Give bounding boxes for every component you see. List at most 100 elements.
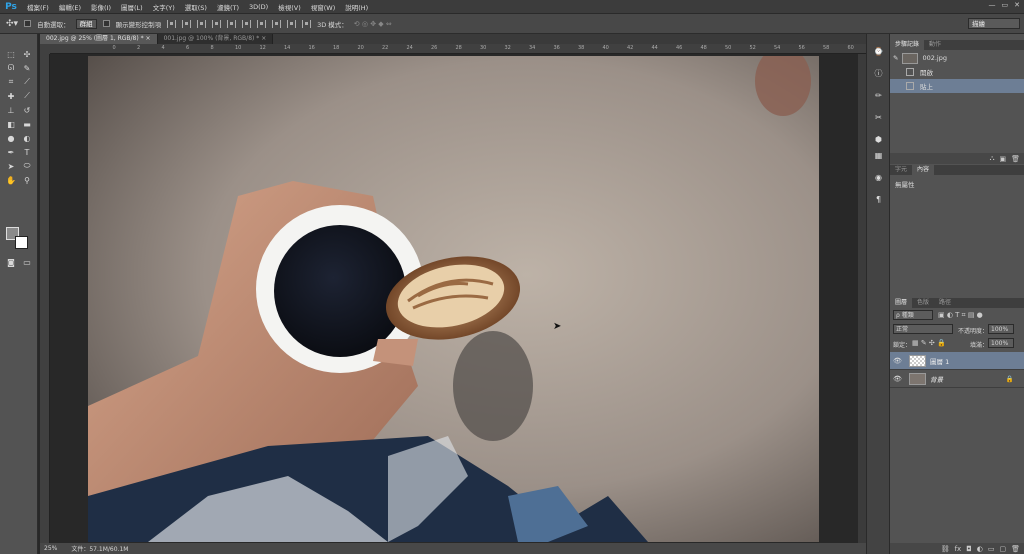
menu-3d[interactable]: 3D(D) — [244, 3, 273, 11]
new-layer-icon[interactable]: ▢ — [999, 545, 1006, 553]
eyedropper-icon[interactable]: ⟋ — [20, 76, 34, 88]
close-button[interactable]: ✕ — [1014, 1, 1020, 9]
marquee-tool-icon[interactable]: ⬚ — [4, 48, 18, 60]
tab-001[interactable]: 001.jpg @ 100% (背景, RGB/8) * × — [157, 34, 274, 44]
align-left-icon[interactable] — [212, 19, 222, 28]
auto-select-checkbox[interactable] — [24, 20, 32, 27]
crop-tool-icon[interactable]: ⌗ — [4, 76, 18, 88]
move-tool-icon[interactable]: ✣▾ — [6, 19, 18, 29]
vertical-scrollbar[interactable] — [858, 54, 866, 543]
menu-file[interactable]: 檔案(F) — [22, 2, 54, 12]
delete-layer-icon[interactable]: 🗑 — [1011, 545, 1020, 553]
path-select-icon[interactable]: ➤ — [4, 160, 18, 172]
new-doc-from-state-icon[interactable]: ⛬ — [990, 154, 995, 163]
distribute-left-icon[interactable] — [302, 19, 312, 28]
menu-image[interactable]: 影像(I) — [86, 2, 116, 12]
gradient-tool-icon[interactable]: ▬ — [20, 118, 34, 130]
tab-history[interactable]: 步驟記錄 — [890, 40, 925, 50]
no-properties-text: 無屬性 — [895, 181, 915, 189]
adjustment-layer-icon[interactable]: ◐ — [977, 545, 983, 553]
menu-layer[interactable]: 圖層(L) — [116, 2, 148, 12]
tab-002[interactable]: 002.jpg @ 25% (圖層 1, RGB/8) * × — [40, 34, 158, 44]
menu-select[interactable]: 選取(S) — [180, 2, 212, 12]
add-mask-icon[interactable]: ◘ — [966, 545, 972, 553]
dodge-tool-icon[interactable]: ◐ — [20, 132, 34, 144]
tab-properties[interactable]: 內容 — [912, 165, 935, 175]
new-group-icon[interactable]: ▭ — [988, 545, 995, 553]
char-panel-icon[interactable]: ◉ — [872, 172, 885, 183]
align-middle-icon[interactable] — [182, 19, 192, 28]
move-tool-icon[interactable]: ✣ — [20, 48, 34, 60]
type-tool-icon[interactable]: T — [20, 146, 34, 158]
align-top-icon[interactable] — [167, 19, 177, 28]
ruler-tick: 50 — [725, 45, 732, 51]
quick-select-icon[interactable]: ✎ — [20, 62, 34, 74]
distribute-top-icon[interactable] — [257, 19, 267, 28]
ellipse-tool-icon[interactable]: ⬭ — [20, 160, 34, 172]
pen-tool-icon[interactable]: ✒ — [4, 146, 18, 158]
layer-kind-filter[interactable]: ρ 種類 — [893, 310, 933, 320]
zoom-level[interactable]: 25% — [44, 545, 57, 552]
tab-paths[interactable]: 路徑 — [934, 298, 956, 308]
workspace-dropdown[interactable]: 描繪 — [968, 18, 1020, 29]
rotate-3d-icon[interactable]: ⟲ ◎ ✥ ◆ ⇔ — [354, 20, 392, 28]
layer-row-layer1[interactable]: 👁 圖層 1 — [890, 352, 1024, 370]
screen-mode-icon[interactable]: ▭ — [20, 256, 34, 268]
paragraph-panel-icon[interactable]: ¶ — [872, 194, 885, 205]
healing-brush-icon[interactable]: ✚ — [4, 90, 18, 102]
minimize-button[interactable]: — — [989, 1, 996, 9]
document-image[interactable] — [88, 56, 819, 542]
history-snapshot[interactable]: ✎ 002.jpg — [890, 51, 1024, 65]
menu-help[interactable]: 說明(H) — [340, 2, 373, 12]
align-right-icon[interactable] — [242, 19, 252, 28]
menu-edit[interactable]: 編輯(E) — [54, 2, 86, 12]
maximize-button[interactable]: ▭ — [1002, 1, 1009, 9]
history-brush-icon[interactable]: ↺ — [20, 104, 34, 116]
distribute-middle-icon[interactable] — [272, 19, 282, 28]
background-color-swatch[interactable] — [15, 236, 28, 249]
history-item-open[interactable]: 開啟 — [890, 65, 1024, 79]
align-bottom-icon[interactable] — [197, 19, 207, 28]
opacity-input[interactable]: 100% — [988, 324, 1014, 334]
trash-icon[interactable]: 🗑 — [1011, 155, 1020, 163]
lock-icons[interactable]: ▦ ✎ ✣ 🔒 — [912, 339, 946, 347]
align-center-icon[interactable] — [227, 19, 237, 28]
layer-filter-icons[interactable]: ▣ ◐ T ⌗ ▤ ● — [938, 311, 983, 320]
blend-mode-dropdown[interactable]: 正常 — [893, 324, 953, 334]
tab-close-icon[interactable]: × — [146, 35, 151, 42]
brush-panel-icon[interactable]: ✏ — [872, 90, 885, 101]
brush-tool-icon[interactable]: ⟋ — [20, 90, 34, 102]
visibility-eye-icon[interactable]: 👁 — [893, 357, 903, 365]
menu-type[interactable]: 文字(Y) — [148, 2, 180, 12]
distribute-bottom-icon[interactable] — [287, 19, 297, 28]
layer-row-background[interactable]: 👁 背景 🔒 — [890, 370, 1024, 388]
blur-tool-icon[interactable]: ● — [4, 132, 18, 144]
camera-icon[interactable]: ▣ — [999, 155, 1006, 163]
info-panel-icon[interactable]: ⓘ — [872, 68, 885, 79]
fill-input[interactable]: 100% — [988, 338, 1014, 348]
tab-close-icon[interactable]: × — [261, 35, 266, 42]
layer-style-icon[interactable]: fx — [955, 545, 962, 553]
menu-filter[interactable]: 濾鏡(T) — [212, 2, 244, 12]
tab-actions[interactable]: 動作 — [924, 40, 946, 50]
show-transform-checkbox[interactable] — [102, 20, 110, 27]
clone-stamp-icon[interactable]: ⊥ — [4, 104, 18, 116]
history-item-paste[interactable]: 貼上 — [890, 79, 1024, 93]
hand-tool-icon[interactable]: ✋ — [4, 174, 18, 186]
auto-select-dropdown[interactable]: 群組 — [75, 18, 97, 29]
lasso-tool-icon[interactable]: ᘏ — [4, 62, 18, 74]
eraser-tool-icon[interactable]: ◧ — [4, 118, 18, 130]
tab-channels[interactable]: 色版 — [912, 298, 934, 308]
menu-view[interactable]: 檢視(V) — [273, 2, 306, 12]
zoom-tool-icon[interactable]: ⚲ — [20, 174, 34, 186]
tab-character[interactable]: 字元 — [890, 165, 912, 175]
history-panel-icon[interactable]: ⌚ — [872, 46, 885, 57]
menu-window[interactable]: 視窗(W) — [306, 2, 341, 12]
clone-source-icon[interactable]: ▦ — [872, 150, 885, 161]
link-layers-icon[interactable]: ⛓ — [941, 545, 950, 553]
3d-panel-icon[interactable]: ⬢ — [872, 134, 885, 145]
tool-presets-icon[interactable]: ✂ — [872, 112, 885, 123]
quick-mask-icon[interactable]: ◙ — [4, 256, 18, 268]
visibility-eye-icon[interactable]: 👁 — [893, 375, 903, 383]
tab-layers[interactable]: 圖層 — [890, 298, 913, 308]
